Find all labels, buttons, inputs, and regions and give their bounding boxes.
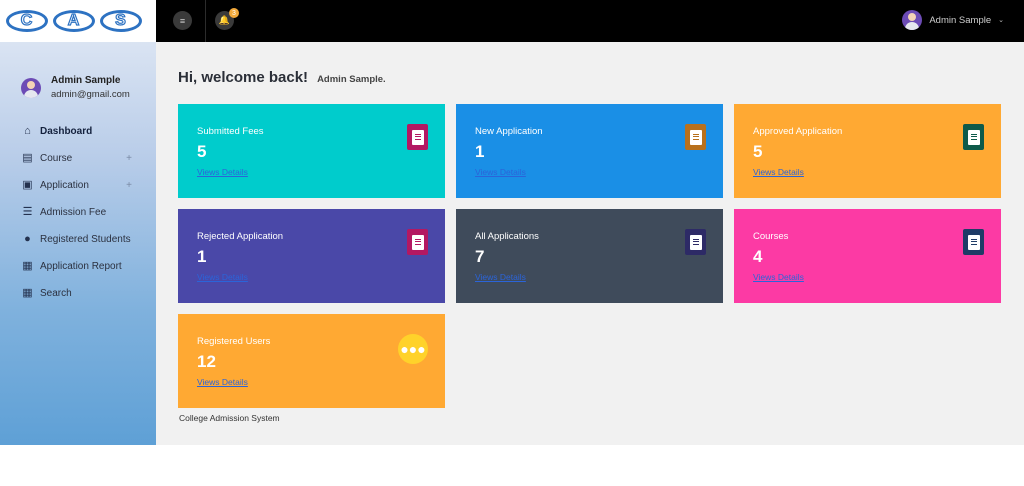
card-title: Courses bbox=[753, 231, 789, 242]
menu-toggle-button[interactable]: ≡ bbox=[173, 11, 192, 30]
cas-logo[interactable]: C A S bbox=[6, 10, 142, 32]
sidebar-nav: ⌂ Dashboard ▤ Course + ▣ Application + ☰… bbox=[22, 118, 142, 307]
bell-icon: 🔔 bbox=[218, 15, 231, 25]
sidebar-item-dashboard[interactable]: ⌂ Dashboard bbox=[22, 118, 142, 145]
welcome-title: Hi, welcome back! bbox=[178, 69, 309, 86]
table-icon: ▦ bbox=[22, 260, 33, 272]
card-value: 4 bbox=[753, 247, 763, 266]
grid-icon: ▦ bbox=[22, 287, 33, 299]
card-title: Approved Application bbox=[753, 126, 843, 137]
sidebar-item-label: Application bbox=[40, 180, 89, 191]
card-new-application: New Application 1 Views Details bbox=[456, 104, 723, 198]
card-value: 5 bbox=[753, 142, 763, 161]
sidebar-item-application-report[interactable]: ▦ Application Report bbox=[22, 253, 142, 280]
document-icon bbox=[963, 124, 984, 150]
avatar bbox=[902, 10, 923, 30]
sidebar: C A S Admin Sample admin@gmail.com ⌂ Das… bbox=[0, 0, 156, 445]
view-details-link[interactable]: Views Details bbox=[197, 272, 248, 282]
list-icon: ☰ bbox=[22, 206, 33, 218]
expand-plus-icon[interactable]: + bbox=[126, 153, 132, 164]
sidebar-user-email: admin@gmail.com bbox=[51, 89, 130, 100]
logo-letter-a: A bbox=[67, 11, 81, 29]
topbar-divider bbox=[205, 0, 206, 42]
card-value: 12 bbox=[197, 352, 216, 371]
card-value: 1 bbox=[197, 247, 207, 266]
card-registered-users: Registered Users 12 Views Details ●●● bbox=[178, 314, 445, 408]
card-courses: Courses 4 Views Details bbox=[734, 209, 1001, 303]
document-icon bbox=[685, 229, 706, 255]
card-value: 1 bbox=[475, 142, 485, 161]
people-icon: ● bbox=[24, 233, 31, 245]
notification-badge: 3 bbox=[229, 8, 239, 18]
logo-letter-s: S bbox=[115, 11, 127, 29]
hamburger-icon: ≡ bbox=[179, 15, 186, 26]
view-details-link[interactable]: Views Details bbox=[475, 272, 526, 282]
card-title: Rejected Application bbox=[197, 231, 284, 242]
sidebar-item-label: Application Report bbox=[40, 261, 122, 272]
chevron-down-icon: ⌄ bbox=[998, 17, 1004, 24]
avatar bbox=[21, 77, 41, 98]
view-details-link[interactable]: Views Details bbox=[197, 377, 248, 387]
sidebar-user-panel: Admin Sample admin@gmail.com bbox=[21, 75, 130, 100]
card-approved-application: Approved Application 5 Views Details bbox=[734, 104, 1001, 198]
home-icon: ⌂ bbox=[24, 125, 31, 137]
sidebar-item-label: Registered Students bbox=[40, 234, 131, 245]
document-icon bbox=[407, 124, 428, 150]
logo-letter-c: C bbox=[20, 11, 34, 29]
user-menu-name: Admin Sample bbox=[929, 14, 992, 26]
sidebar-item-application[interactable]: ▣ Application + bbox=[22, 172, 142, 199]
users-group-icon: ●●● bbox=[398, 334, 428, 364]
view-details-link[interactable]: Views Details bbox=[197, 167, 248, 177]
card-submitted-fees: Submitted Fees 5 Views Details bbox=[178, 104, 445, 198]
card-value: 5 bbox=[197, 142, 207, 161]
document-icon: ▤ bbox=[22, 152, 33, 164]
card-title: New Application bbox=[475, 126, 543, 137]
view-details-link[interactable]: Views Details bbox=[753, 167, 804, 177]
sidebar-item-admission-fee[interactable]: ☰ Admission Fee bbox=[22, 199, 142, 226]
sidebar-item-course[interactable]: ▤ Course + bbox=[22, 145, 142, 172]
main-content: Hi, welcome back! Admin Sample. Submitte… bbox=[156, 42, 1024, 445]
sidebar-item-label: Course bbox=[40, 153, 73, 164]
card-value: 7 bbox=[475, 247, 485, 266]
card-title: Submitted Fees bbox=[197, 126, 264, 137]
logo-area: C A S bbox=[0, 0, 156, 42]
user-menu[interactable]: Admin Sample ⌄ bbox=[902, 10, 1004, 30]
sidebar-user-name: Admin Sample bbox=[51, 75, 121, 86]
view-details-link[interactable]: Views Details bbox=[753, 272, 804, 282]
id-card-icon: ▣ bbox=[22, 179, 33, 191]
document-icon bbox=[407, 229, 428, 255]
welcome-user: Admin Sample. bbox=[317, 74, 386, 85]
sidebar-item-label: Search bbox=[40, 288, 72, 299]
card-rejected-application: Rejected Application 1 Views Details bbox=[178, 209, 445, 303]
footer-text: College Admission System bbox=[179, 413, 280, 423]
top-bar: ≡ 🔔 3 Admin Sample ⌄ bbox=[156, 0, 1024, 42]
welcome-heading: Hi, welcome back! Admin Sample. bbox=[178, 69, 386, 86]
sidebar-item-label: Dashboard bbox=[40, 126, 93, 137]
card-title: All Applications bbox=[475, 231, 539, 242]
document-icon bbox=[963, 229, 984, 255]
sidebar-item-registered-students[interactable]: ● Registered Students bbox=[22, 226, 142, 253]
expand-plus-icon[interactable]: + bbox=[126, 180, 132, 191]
sidebar-item-label: Admission Fee bbox=[40, 207, 107, 218]
sidebar-item-search[interactable]: ▦ Search bbox=[22, 280, 142, 307]
card-title: Registered Users bbox=[197, 336, 271, 347]
card-all-applications: All Applications 7 Views Details bbox=[456, 209, 723, 303]
view-details-link[interactable]: Views Details bbox=[475, 167, 526, 177]
document-icon bbox=[685, 124, 706, 150]
